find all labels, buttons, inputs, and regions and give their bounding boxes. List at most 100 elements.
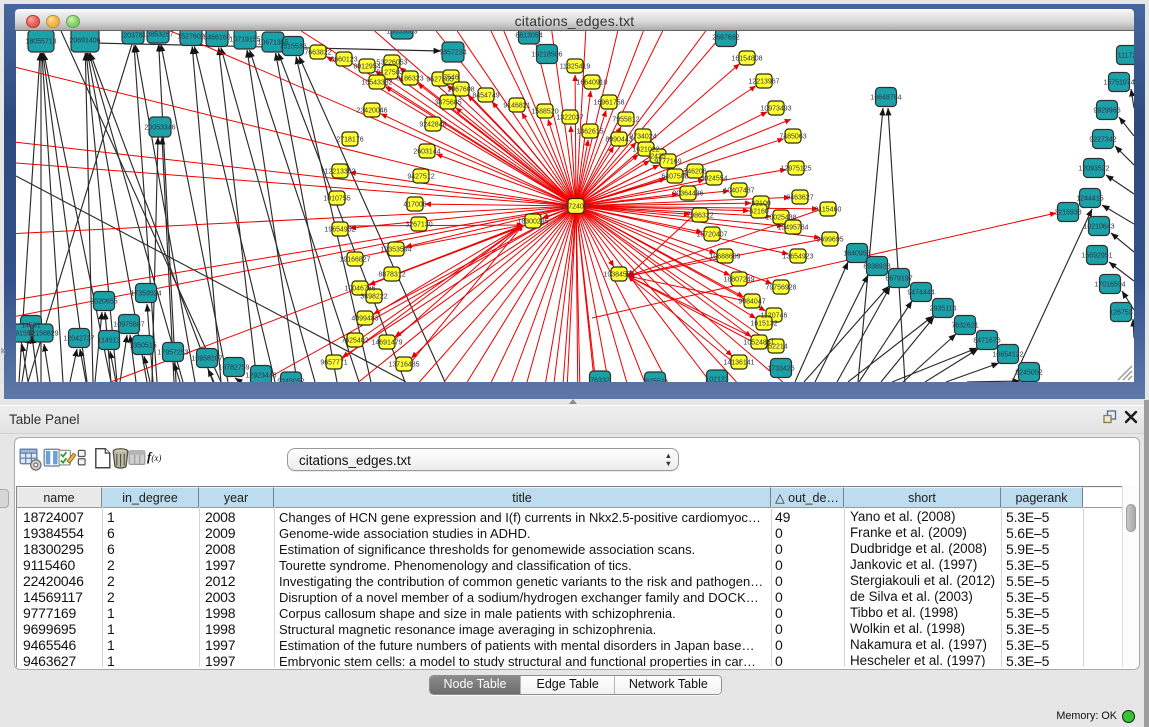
svg-text:1621022: 1621022 [632, 147, 659, 154]
svg-text:18055713: 18055713 [25, 39, 56, 46]
svg-text:12156829: 12156829 [27, 331, 58, 338]
svg-text:9427512: 9427512 [407, 174, 434, 181]
svg-text:1350515: 1350515 [129, 343, 156, 350]
svg-text:9245052: 9245052 [1015, 370, 1042, 377]
svg-text:102123: 102123 [705, 377, 728, 383]
svg-text:114513: 114513 [98, 338, 121, 345]
svg-text:79756928: 79756928 [765, 285, 796, 292]
svg-text:2718176: 2718176 [336, 137, 363, 144]
svg-text:17957253: 17957253 [157, 350, 188, 357]
svg-text:1640953: 1640953 [843, 251, 870, 258]
svg-text:9463627: 9463627 [786, 195, 813, 202]
svg-text:17359924: 17359924 [130, 291, 161, 298]
svg-text:9115460: 9115460 [815, 207, 842, 214]
svg-text:12923446: 12923446 [245, 373, 276, 380]
svg-text:12042737: 12042737 [63, 336, 94, 343]
svg-text:12093522: 12093522 [1078, 166, 1109, 173]
svg-text:9699695: 9699695 [816, 237, 843, 244]
svg-text:4099483: 4099483 [351, 316, 378, 323]
svg-text:8186323: 8186323 [396, 76, 423, 83]
svg-text:7515536: 7515536 [279, 44, 306, 51]
svg-text:10973493: 10973493 [760, 106, 791, 113]
svg-text:9734024: 9734024 [629, 134, 656, 141]
svg-text:19384554: 19384554 [603, 272, 634, 279]
svg-text:20053346: 20053346 [144, 125, 175, 132]
svg-text:3498222: 3498222 [360, 294, 387, 301]
svg-text:3267130: 3267130 [405, 222, 432, 229]
svg-text:15720407: 15720407 [696, 232, 727, 239]
svg-text:126753: 126753 [1109, 310, 1132, 317]
svg-text:10975887: 10975887 [113, 322, 144, 329]
svg-text:7857234: 7857234 [439, 50, 466, 57]
svg-text:1010755: 1010755 [323, 196, 350, 203]
svg-text:1733426: 1733426 [767, 366, 794, 373]
svg-text:16648784: 16648784 [870, 95, 901, 102]
svg-text:1362615: 1362615 [576, 129, 603, 136]
svg-text:10654122: 10654122 [992, 352, 1023, 359]
svg-text:10210643: 10210643 [1083, 224, 1114, 231]
svg-text:3215938: 3215938 [1054, 210, 1081, 217]
svg-text:8454749: 8454749 [472, 93, 499, 100]
svg-text:16782759: 16782759 [218, 365, 249, 372]
svg-text:2603144: 2603144 [413, 149, 440, 156]
svg-text:9474444: 9474444 [907, 290, 934, 297]
svg-text:10046766: 10046766 [344, 286, 375, 293]
svg-text:2687682: 2687682 [712, 35, 739, 42]
svg-text:1615132: 1615132 [750, 321, 777, 328]
svg-text:12213362: 12213362 [324, 169, 355, 176]
svg-text:19218506: 19218506 [531, 52, 562, 59]
svg-text:18807249: 18807249 [723, 277, 754, 284]
svg-text:3024554: 3024554 [700, 176, 727, 183]
svg-text:1322037: 1322037 [556, 115, 583, 122]
svg-text:20364436: 20364436 [672, 191, 703, 198]
svg-text:2967608: 2967608 [447, 87, 474, 94]
svg-text:18724007: 18724007 [560, 204, 591, 211]
svg-text:9777169: 9777169 [654, 159, 681, 166]
svg-text:10853267: 10853267 [142, 32, 173, 39]
svg-text:18300295: 18300295 [517, 219, 548, 226]
svg-text:16053809: 16053809 [386, 31, 417, 36]
svg-text:10958107: 10958107 [191, 356, 222, 363]
svg-text:76332: 76332 [590, 378, 610, 383]
svg-text:1244415: 1244415 [1076, 196, 1103, 203]
svg-text:12975125: 12975125 [780, 166, 811, 173]
svg-text:8878312: 8878312 [378, 272, 405, 279]
svg-text:9245052: 9245052 [277, 379, 304, 383]
svg-text:7485063: 7485063 [779, 134, 806, 141]
svg-text:20691406: 20691406 [69, 38, 100, 45]
svg-text:14136141: 14136141 [723, 360, 754, 367]
svg-text:23420046: 23420046 [356, 108, 387, 115]
svg-text:8471676: 8471676 [973, 338, 1000, 345]
svg-text:12353594: 12353594 [380, 247, 411, 254]
svg-text:8660123: 8660123 [330, 57, 357, 64]
svg-text:19654952: 19654952 [324, 227, 355, 234]
svg-text:7632621: 7632621 [951, 323, 978, 330]
svg-text:10025438: 10025438 [765, 215, 796, 222]
svg-text:16154808: 16154808 [731, 56, 762, 63]
svg-text:10688609: 10688609 [709, 254, 740, 261]
svg-text:417006: 417006 [403, 202, 426, 209]
svg-text:62100: 62100 [751, 201, 771, 208]
svg-text:9146821: 9146821 [503, 103, 530, 110]
svg-text:13716485: 13716485 [388, 362, 419, 369]
svg-text:17016504: 17016504 [1094, 282, 1125, 289]
svg-text:2020655: 2020655 [90, 299, 117, 306]
svg-text:15751074: 15751074 [1103, 80, 1134, 87]
svg-text:7986322: 7986322 [686, 213, 713, 220]
svg-text:9084047: 9084047 [738, 299, 765, 306]
svg-text:746206: 746206 [683, 169, 706, 176]
svg-text:10719155: 10719155 [229, 37, 260, 44]
svg-text:1527602: 1527602 [177, 34, 204, 41]
svg-text:8938923: 8938923 [863, 264, 890, 271]
svg-text:7955812: 7955812 [612, 117, 639, 124]
svg-text:11172: 11172 [1118, 53, 1134, 60]
svg-text:13495784: 13495784 [777, 225, 808, 232]
svg-text:15692951: 15692951 [1081, 253, 1112, 260]
svg-text:9929966: 9929966 [1093, 108, 1120, 115]
svg-text:252214: 252214 [764, 344, 787, 351]
svg-text:1588520: 1588520 [531, 109, 558, 116]
svg-text:10407487: 10407487 [723, 188, 754, 195]
svg-text:16640910: 16640910 [576, 80, 607, 87]
svg-text:3875685: 3875685 [434, 100, 461, 107]
svg-text:14501: 14501 [21, 323, 41, 330]
